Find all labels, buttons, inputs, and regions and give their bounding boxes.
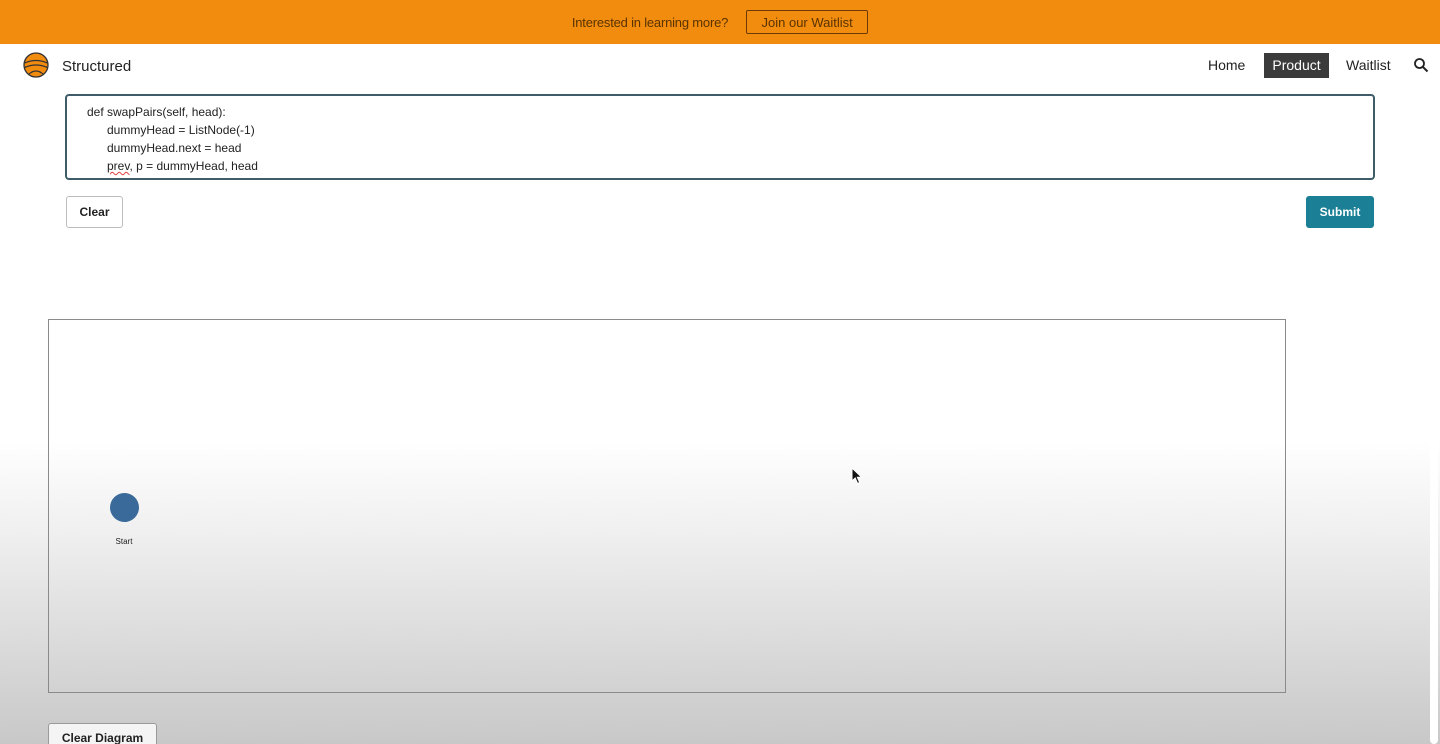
nav-waitlist[interactable]: Waitlist: [1346, 53, 1391, 78]
banner-text: Interested in learning more?: [571, 14, 729, 30]
cursor-icon: [851, 467, 863, 485]
site-header: Structured Home Product Waitlist: [0, 44, 1440, 90]
nav-product[interactable]: Product: [1264, 53, 1329, 78]
join-waitlist-button[interactable]: Join our Waitlist: [746, 10, 869, 34]
nav-home[interactable]: Home: [1208, 53, 1245, 78]
diagram-canvas[interactable]: Start: [48, 319, 1286, 693]
start-node-label: Start: [115, 537, 133, 546]
scrollbar-thumb[interactable]: [1430, 254, 1438, 744]
announcement-banner: Interested in learning more? Join our Wa…: [0, 0, 1440, 44]
basketball-icon[interactable]: [23, 52, 49, 78]
code-text: , p = dummyHead, head: [129, 159, 258, 173]
code-line: dummyHead = ListNode(-1): [107, 123, 255, 137]
code-line: dummyHead.next = head: [107, 141, 242, 155]
clear-button[interactable]: Clear: [66, 196, 123, 228]
search-icon[interactable]: [1413, 57, 1429, 73]
code-line: prev, p = dummyHead, head: [87, 157, 1373, 175]
code-editor[interactable]: def swapPairs(self, head): dummyHead = L…: [65, 94, 1375, 180]
submit-button[interactable]: Submit: [1306, 196, 1374, 228]
brand-name[interactable]: Structured: [62, 58, 131, 75]
start-node[interactable]: [110, 493, 139, 522]
clear-diagram-button[interactable]: Clear Diagram: [48, 723, 157, 744]
code-line: def swapPairs(self, head):: [87, 105, 226, 119]
misspelled-word: prev: [107, 159, 130, 173]
